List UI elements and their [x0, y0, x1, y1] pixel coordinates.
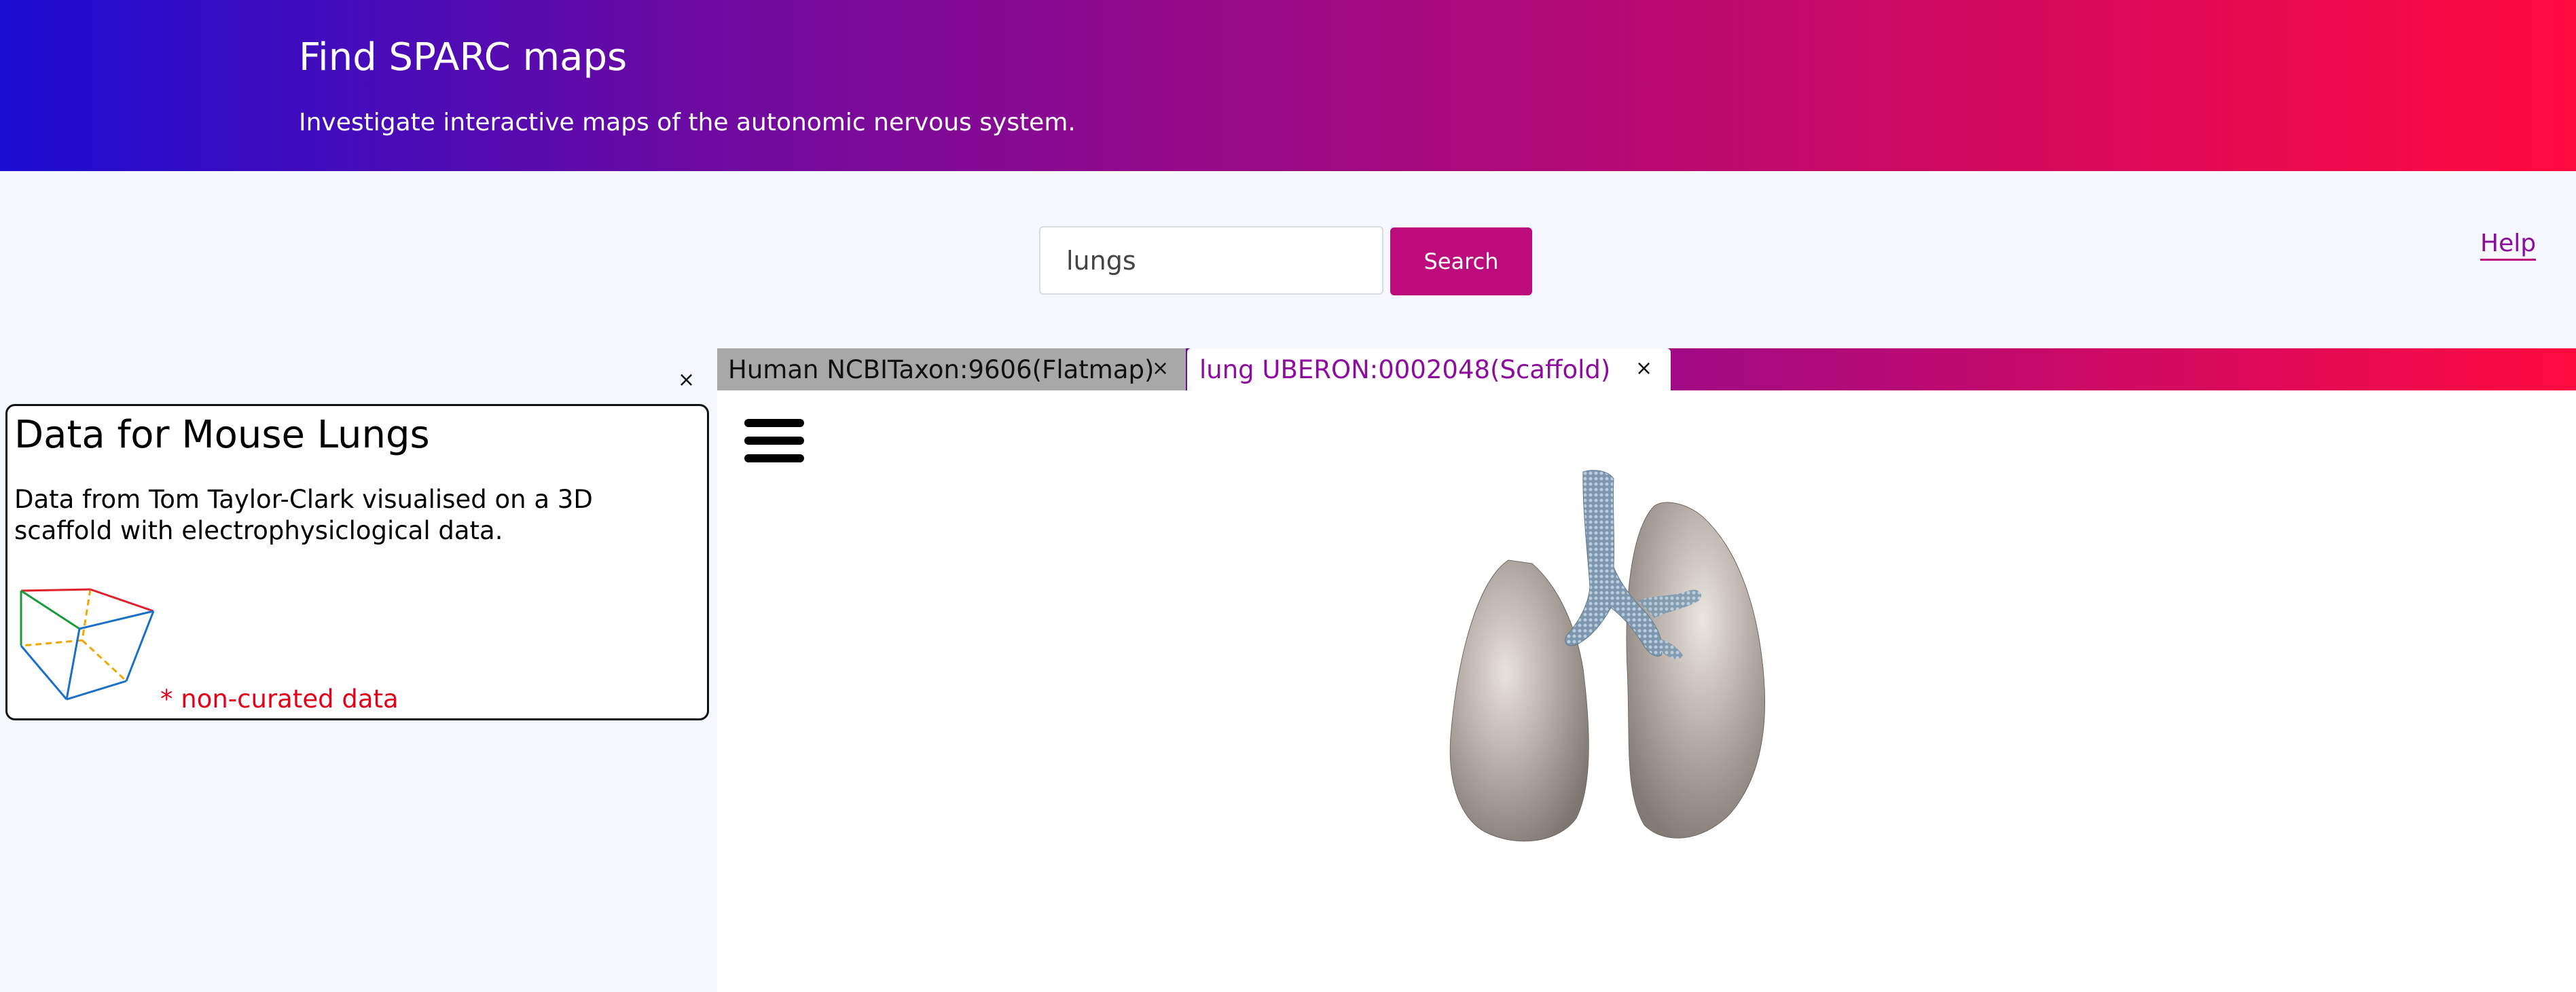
search-input[interactable] [1039, 226, 1383, 295]
tab-scaffold[interactable]: lung UBERON:0002048(Scaffold) × [1187, 348, 1671, 390]
hamburger-menu-icon[interactable] [744, 419, 805, 466]
dataset-card[interactable]: Data for Mouse Lungs Data from Tom Taylo… [5, 404, 709, 720]
dataset-title: Data for Mouse Lungs [14, 413, 430, 457]
tab-label: Human NCBITaxon:9606(Flatmap) [728, 354, 1155, 384]
viewer-tabs: Human NCBITaxon:9606(Flatmap) × lung UBE… [717, 348, 2576, 390]
page-title: Find SPARC maps [299, 35, 628, 79]
dataset-description: Data from Tom Taylor-Clark visualised on… [14, 485, 593, 545]
close-tab-icon[interactable]: × [1635, 356, 1652, 380]
non-curated-note: * non-curated data [160, 684, 399, 714]
close-tab-icon[interactable]: × [1152, 356, 1169, 380]
lungs-3d-model[interactable] [1430, 465, 1797, 886]
close-panel-icon[interactable]: × [678, 367, 695, 394]
search-button[interactable]: Search [1390, 227, 1532, 295]
tab-flatmap[interactable]: Human NCBITaxon:9606(Flatmap) × [717, 348, 1186, 390]
tab-label: lung UBERON:0002048(Scaffold) [1199, 354, 1611, 384]
page-header: Find SPARC maps Investigate interactive … [0, 0, 2576, 171]
page-subtitle: Investigate interactive maps of the auto… [299, 109, 1076, 136]
scaffold-cube-icon[interactable] [14, 576, 157, 712]
help-link[interactable]: Help [2480, 229, 2537, 261]
scaffold-viewer[interactable] [717, 390, 2576, 992]
